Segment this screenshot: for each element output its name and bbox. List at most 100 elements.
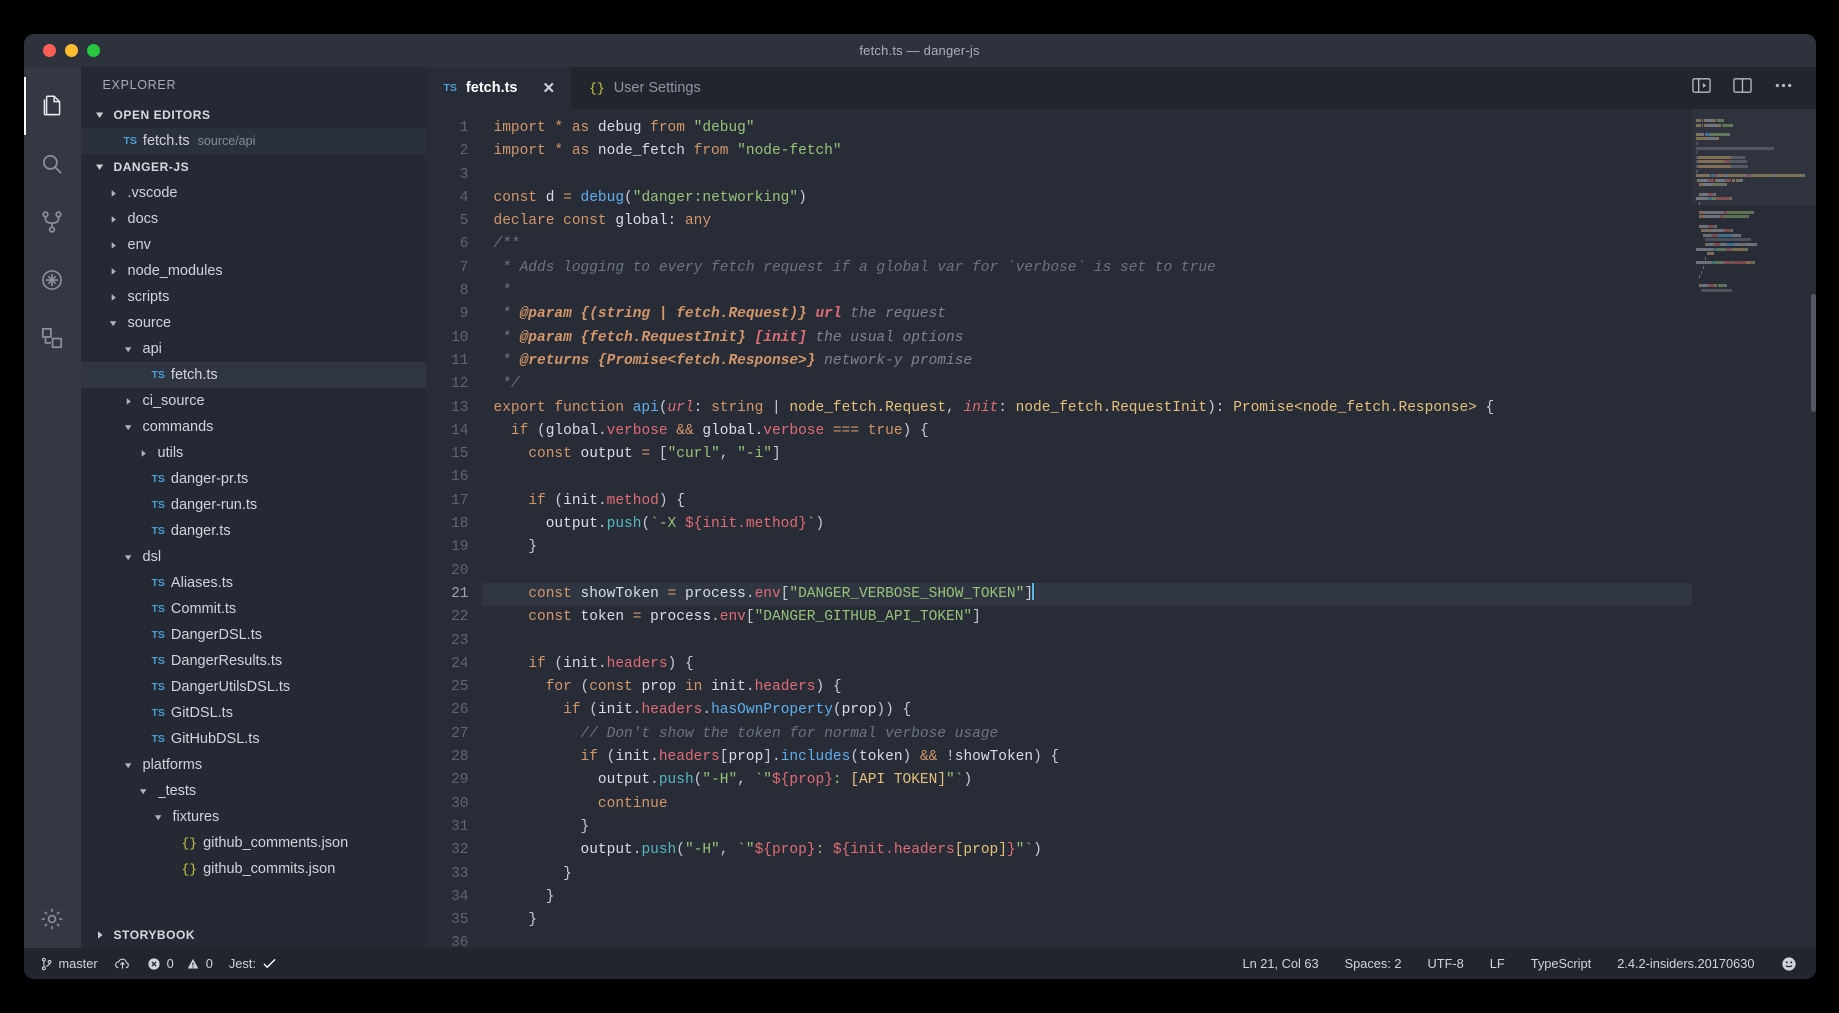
tree-item-platforms[interactable]: platforms [81, 752, 426, 778]
code-line[interactable]: } [482, 536, 1692, 559]
tree-item-scripts[interactable]: scripts [81, 284, 426, 310]
code-line[interactable]: export function api(url: string | node_f… [482, 397, 1692, 420]
code-line[interactable] [482, 466, 1692, 489]
smiley-icon[interactable] [1781, 956, 1797, 972]
status-cursor-position[interactable]: Ln 21, Col 63 [1242, 956, 1318, 971]
activity-item-manage[interactable] [24, 890, 81, 948]
activity-item-debug[interactable] [24, 251, 81, 309]
tree-item-github-comments-json[interactable]: {} github_comments.json [81, 830, 426, 856]
split-editor-icon[interactable] [1732, 76, 1753, 100]
code-line[interactable]: output.push("-H", `"${prop}: ${init.head… [482, 839, 1692, 862]
tree-item-dangerutilsdsl-ts[interactable]: TS DangerUtilsDSL.ts [81, 674, 426, 700]
text-editor[interactable]: 1 2 3 4 5 6 7 8 9 10 11 12 13 14 15 16 17 18 19 20 21 22 23 24 2… [425, 109, 1816, 948]
tab-user-settings[interactable]: {} User Settings [571, 67, 717, 109]
code-line[interactable]: output.push("-H", `"${prop}: [API TOKEN]… [482, 769, 1692, 792]
tree-item--vscode[interactable]: .vscode [81, 180, 426, 206]
code-line[interactable]: * @param {fetch.RequestInit} [init] the … [482, 327, 1692, 350]
status-sync[interactable] [114, 957, 131, 971]
minimap[interactable] [1691, 109, 1816, 948]
code-line[interactable]: // Don't show the token for normal verbo… [482, 723, 1692, 746]
tree-item-fetch-ts[interactable]: TS fetch.ts [80, 362, 426, 388]
tree-item-github-commits-json[interactable]: {} github_commits.json [81, 856, 426, 882]
activity-item-explorer[interactable] [24, 77, 81, 135]
code-line[interactable]: * @returns {Promise<fetch.Response>} net… [482, 350, 1692, 373]
tree-item-dsl[interactable]: dsl [81, 544, 426, 570]
code-line[interactable]: if (init.headers.hasOwnProperty(prop)) { [482, 699, 1692, 722]
tree-item-dangerresults-ts[interactable]: TS DangerResults.ts [81, 648, 426, 674]
code-content[interactable]: import * as debug from "debug" import * a… [481, 109, 1692, 948]
tree-item-source[interactable]: source [81, 310, 426, 336]
status-version[interactable]: 2.4.2-insiders.20170630 [1617, 956, 1754, 971]
file-tree[interactable]: .vscode docs env node_modules scripts source a… [80, 180, 426, 921]
code-line[interactable]: const output = ["curl", "-i"] [482, 443, 1692, 466]
code-line[interactable]: const showToken = process.env["DANGER_VE… [481, 582, 1692, 607]
tree-item--tests[interactable]: _tests [81, 778, 426, 804]
tree-item-danger-run-ts[interactable]: TS danger-run.ts [81, 492, 426, 518]
code-line[interactable]: import * as node_fetch from "node-fetch" [482, 140, 1692, 163]
minimize-window-button[interactable] [64, 44, 78, 57]
activity-item-source-control[interactable] [24, 193, 81, 251]
code-line[interactable]: if (init.method) { [482, 490, 1692, 513]
code-line[interactable] [482, 560, 1692, 583]
code-line[interactable]: if (init.headers) { [482, 653, 1692, 676]
code-area[interactable]: 1 2 3 4 5 6 7 8 9 10 11 12 13 14 15 16 17 18 19 20 21 22 23 24 2… [426, 109, 1692, 948]
code-line[interactable]: for (const prop in init.headers) { [482, 676, 1692, 699]
tree-item-fixtures[interactable]: fixtures [81, 804, 426, 830]
section-open-editors[interactable]: OPEN EDITORS [81, 102, 426, 128]
code-line[interactable]: if (global.verbose && global.verbose ===… [482, 420, 1692, 443]
status-encoding[interactable]: UTF-8 [1428, 956, 1464, 971]
activity-item-extensions[interactable] [24, 309, 81, 367]
tree-item-aliases-ts[interactable]: TS Aliases.ts [81, 570, 426, 596]
tree-item-githubdsl-ts[interactable]: TS GitHubDSL.ts [81, 726, 426, 752]
tree-item-node-modules[interactable]: node_modules [81, 258, 426, 284]
status-problems[interactable]: 0 0 [147, 956, 213, 971]
code-line[interactable]: import * as debug from "debug" [482, 117, 1692, 140]
tree-item-ci-source[interactable]: ci_source [81, 388, 426, 414]
code-line[interactable]: } [482, 816, 1692, 839]
close-window-button[interactable] [42, 44, 56, 57]
code-line[interactable] [482, 630, 1692, 653]
tree-item-commit-ts[interactable]: TS Commit.ts [81, 596, 426, 622]
tree-item-commands[interactable]: commands [81, 414, 426, 440]
split-editor-vertical-icon[interactable] [1691, 76, 1712, 100]
status-jest[interactable]: Jest: [229, 956, 277, 971]
tree-item-danger-pr-ts[interactable]: TS danger-pr.ts [81, 466, 426, 492]
tree-item-gitdsl-ts[interactable]: TS GitDSL.ts [81, 700, 426, 726]
code-line[interactable]: } [482, 863, 1692, 886]
tab-fetch-ts[interactable]: TS fetch.ts ✕ [425, 67, 572, 109]
code-line[interactable]: continue [482, 793, 1692, 816]
code-line[interactable]: * Adds logging to every fetch request if… [482, 257, 1692, 280]
more-actions-icon[interactable] [1773, 76, 1794, 100]
code-line[interactable]: output.push(`-X ${init.method}`) [482, 513, 1692, 536]
tree-item-utils[interactable]: utils [81, 440, 426, 466]
code-line[interactable]: const d = debug("danger:networking") [482, 187, 1692, 210]
code-line[interactable] [482, 164, 1692, 187]
code-line[interactable]: } [482, 886, 1692, 909]
status-language-mode[interactable]: TypeScript [1531, 956, 1591, 971]
status-branch[interactable]: master [40, 956, 98, 971]
code-line[interactable]: /** [482, 233, 1692, 256]
tree-item-docs[interactable]: docs [81, 206, 426, 232]
tree-item-env[interactable]: env [81, 232, 426, 258]
minimap-slider[interactable] [1692, 109, 1816, 205]
close-icon[interactable]: ✕ [543, 81, 556, 96]
code-line[interactable] [482, 932, 1692, 948]
tree-item-dangerdsl-ts[interactable]: TS DangerDSL.ts [81, 622, 426, 648]
activity-item-search[interactable] [24, 135, 81, 193]
section-danger-js[interactable]: DANGER-JS [81, 154, 426, 180]
tree-item-api[interactable]: api [81, 336, 426, 362]
status-eol[interactable]: LF [1490, 956, 1505, 971]
code-line[interactable]: } [482, 909, 1692, 932]
code-line[interactable]: */ [482, 373, 1692, 396]
code-line[interactable]: const token = process.env["DANGER_GITHUB… [482, 606, 1692, 629]
editor-scrollbar[interactable] [1810, 294, 1816, 412]
status-indentation[interactable]: Spaces: 2 [1345, 956, 1402, 971]
open-editor-item-fetch-ts[interactable]: TS fetch.ts source/api [80, 128, 426, 154]
code-line[interactable]: declare const global: any [482, 210, 1692, 233]
tree-item-danger-ts[interactable]: TS danger.ts [81, 518, 426, 544]
code-line[interactable]: if (init.headers[prop].includes(token) &… [482, 746, 1692, 769]
maximize-window-button[interactable] [86, 44, 100, 57]
code-line[interactable]: * @param {(string | fetch.Request)} url … [482, 303, 1692, 326]
code-line[interactable]: * [482, 280, 1692, 303]
section-storybook[interactable]: STORYBOOK [80, 921, 426, 948]
